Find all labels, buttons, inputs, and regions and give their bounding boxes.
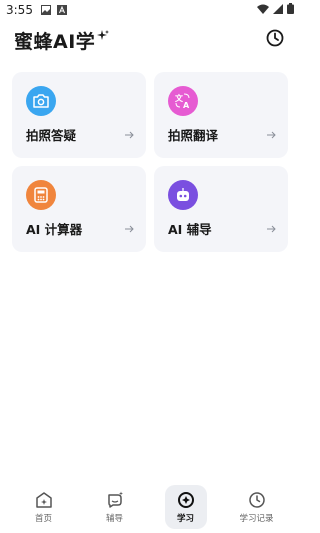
feature-card-ai-tutor[interactable]: AI 辅导 <box>154 166 288 252</box>
nav-item-home[interactable]: 首页 <box>23 485 65 529</box>
feature-card-photo-translate[interactable]: 文A 拍照翻译 <box>154 72 288 158</box>
camera-icon <box>26 86 56 116</box>
nav-label: 学习 <box>176 514 194 524</box>
status-time: 3:55 <box>6 3 33 17</box>
font-icon <box>56 5 67 15</box>
arrow-right-icon <box>125 131 134 139</box>
arrow-right-icon <box>267 225 276 233</box>
feature-card-photo-qa[interactable]: 拍照答疑 <box>12 72 146 158</box>
battery-icon <box>287 3 294 17</box>
app-screen: 3:55 蜜蜂AI学 拍照答疑 文 A 拍照翻译 AI 计算器 AI 辅导 首页… <box>0 0 300 533</box>
feature-label: AI 辅导 <box>168 222 212 237</box>
nav-item-tutoring[interactable]: 辅导 <box>94 485 136 529</box>
card-row: AI 计算器 <box>26 219 134 238</box>
home-icon <box>35 490 53 510</box>
app-header: 蜜蜂AI学 <box>0 24 300 56</box>
clock-icon <box>266 29 284 51</box>
card-row: 拍照翻译 <box>168 125 276 144</box>
nav-item-learning-history[interactable]: 学习记录 <box>236 485 278 529</box>
history-button[interactable] <box>264 29 286 51</box>
feature-grid: 拍照答疑 文A 拍照翻译 AI 计算器 AI 辅导 <box>12 72 288 252</box>
translate-icon: 文A <box>168 86 198 116</box>
status-indicators <box>257 3 294 17</box>
card-row: AI 辅导 <box>168 219 276 238</box>
svg-text:A: A <box>183 101 190 109</box>
wifi-icon <box>257 4 269 17</box>
image-icon <box>40 5 51 15</box>
arrow-right-icon <box>125 225 134 233</box>
arrow-right-icon <box>267 131 276 139</box>
nav-item-learn[interactable]: 学习 <box>164 485 207 529</box>
app-title: 蜜蜂AI学 <box>14 30 96 53</box>
cell-signal-icon <box>273 3 283 17</box>
nav-label: 学习记录 <box>239 514 274 524</box>
nav-label: 辅导 <box>105 514 123 524</box>
calculator-icon <box>26 180 56 210</box>
feature-card-ai-calculator[interactable]: AI 计算器 <box>12 166 146 252</box>
sparkle-icon <box>97 30 110 42</box>
chat-icon <box>106 490 124 510</box>
feature-label: 拍照答疑 <box>26 128 77 143</box>
learn-icon <box>177 490 195 510</box>
feature-label: AI 计算器 <box>26 222 83 237</box>
nav-label: 首页 <box>34 514 52 524</box>
status-bar: 3:55 <box>0 0 300 20</box>
clock-icon <box>248 490 266 510</box>
bottom-nav: 首页 辅导 学习 学习记录 <box>0 484 300 530</box>
card-row: 拍照答疑 <box>26 125 134 144</box>
robot-icon <box>168 180 198 210</box>
feature-label: 拍照翻译 <box>168 128 219 143</box>
